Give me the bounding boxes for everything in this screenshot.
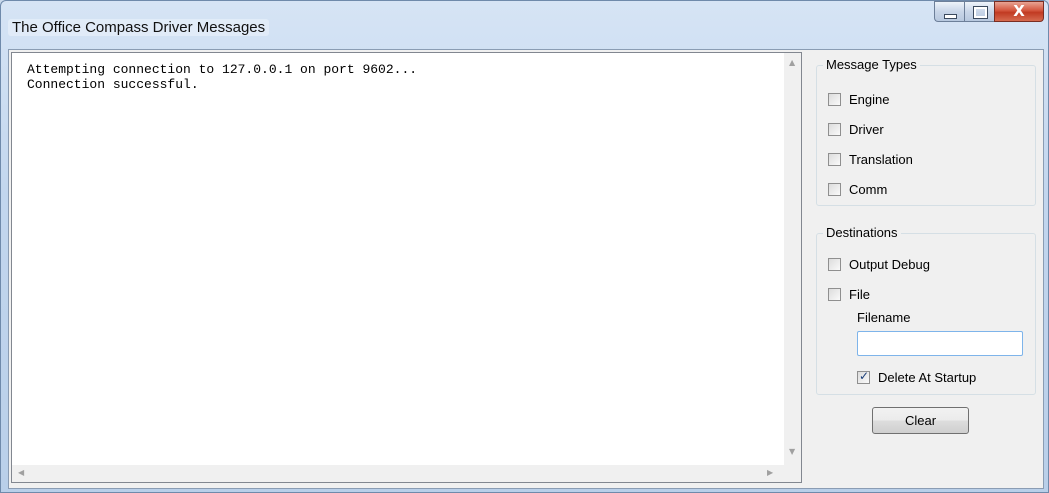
- maximize-button[interactable]: [964, 1, 994, 22]
- caption-buttons: X: [934, 1, 1044, 25]
- driver-label: Driver: [849, 122, 884, 137]
- output-debug-label: Output Debug: [849, 257, 930, 272]
- up-arrow-icon[interactable]: ▲: [789, 58, 795, 67]
- close-icon: X: [1013, 2, 1025, 20]
- comm-checkbox-row[interactable]: Comm: [828, 182, 887, 197]
- main-window: The Office Compass Driver Messages X Att…: [0, 0, 1049, 493]
- scrollbar-corner: [784, 465, 801, 482]
- close-button[interactable]: X: [994, 1, 1044, 22]
- translation-checkbox-row[interactable]: Translation: [828, 152, 913, 167]
- driver-checkbox-row[interactable]: Driver: [828, 122, 884, 137]
- clear-button[interactable]: Clear: [872, 407, 969, 434]
- log-text: Attempting connection to 127.0.0.1 on po…: [27, 62, 418, 92]
- message-log[interactable]: Attempting connection to 127.0.0.1 on po…: [11, 52, 802, 483]
- file-checkbox[interactable]: [828, 288, 841, 301]
- output-debug-checkbox-row[interactable]: Output Debug: [828, 257, 930, 272]
- delete-at-startup-checkbox-row[interactable]: Delete At Startup: [857, 369, 977, 385]
- right-arrow-icon[interactable]: ▶: [767, 468, 773, 477]
- vertical-scrollbar[interactable]: ▲ ▼: [784, 53, 801, 465]
- engine-label: Engine: [849, 92, 890, 107]
- delete-at-startup-label: Delete At Startup: [878, 370, 977, 385]
- delete-at-startup-checkbox[interactable]: [857, 369, 870, 384]
- horizontal-scrollbar[interactable]: ◀ ▶: [12, 465, 784, 482]
- left-arrow-icon[interactable]: ◀: [18, 468, 24, 477]
- destinations-label: Destinations: [823, 225, 901, 240]
- filename-input[interactable]: [857, 331, 1023, 356]
- minimize-icon: [944, 14, 957, 19]
- message-types-group: Message Types Engine Driver Translation …: [816, 57, 1036, 206]
- driver-checkbox[interactable]: [828, 123, 841, 136]
- output-debug-checkbox[interactable]: [828, 258, 841, 271]
- destinations-group: Destinations Output Debug File Filename …: [816, 225, 1036, 395]
- window-title: The Office Compass Driver Messages: [8, 19, 270, 36]
- down-arrow-icon[interactable]: ▼: [789, 447, 795, 456]
- message-types-label: Message Types: [823, 57, 920, 72]
- file-label: File: [849, 287, 870, 302]
- comm-label: Comm: [849, 182, 888, 197]
- maximize-icon: [973, 6, 988, 19]
- comm-checkbox[interactable]: [828, 183, 841, 196]
- client-area: Attempting connection to 127.0.0.1 on po…: [8, 49, 1044, 489]
- translation-checkbox[interactable]: [828, 153, 841, 166]
- file-checkbox-row[interactable]: File: [828, 287, 870, 302]
- minimize-button[interactable]: [934, 1, 964, 22]
- filename-label: Filename: [857, 310, 911, 325]
- translation-label: Translation: [849, 152, 913, 167]
- engine-checkbox-row[interactable]: Engine: [828, 92, 889, 107]
- title-bar[interactable]: The Office Compass Driver Messages X: [1, 1, 1048, 41]
- engine-checkbox[interactable]: [828, 93, 841, 106]
